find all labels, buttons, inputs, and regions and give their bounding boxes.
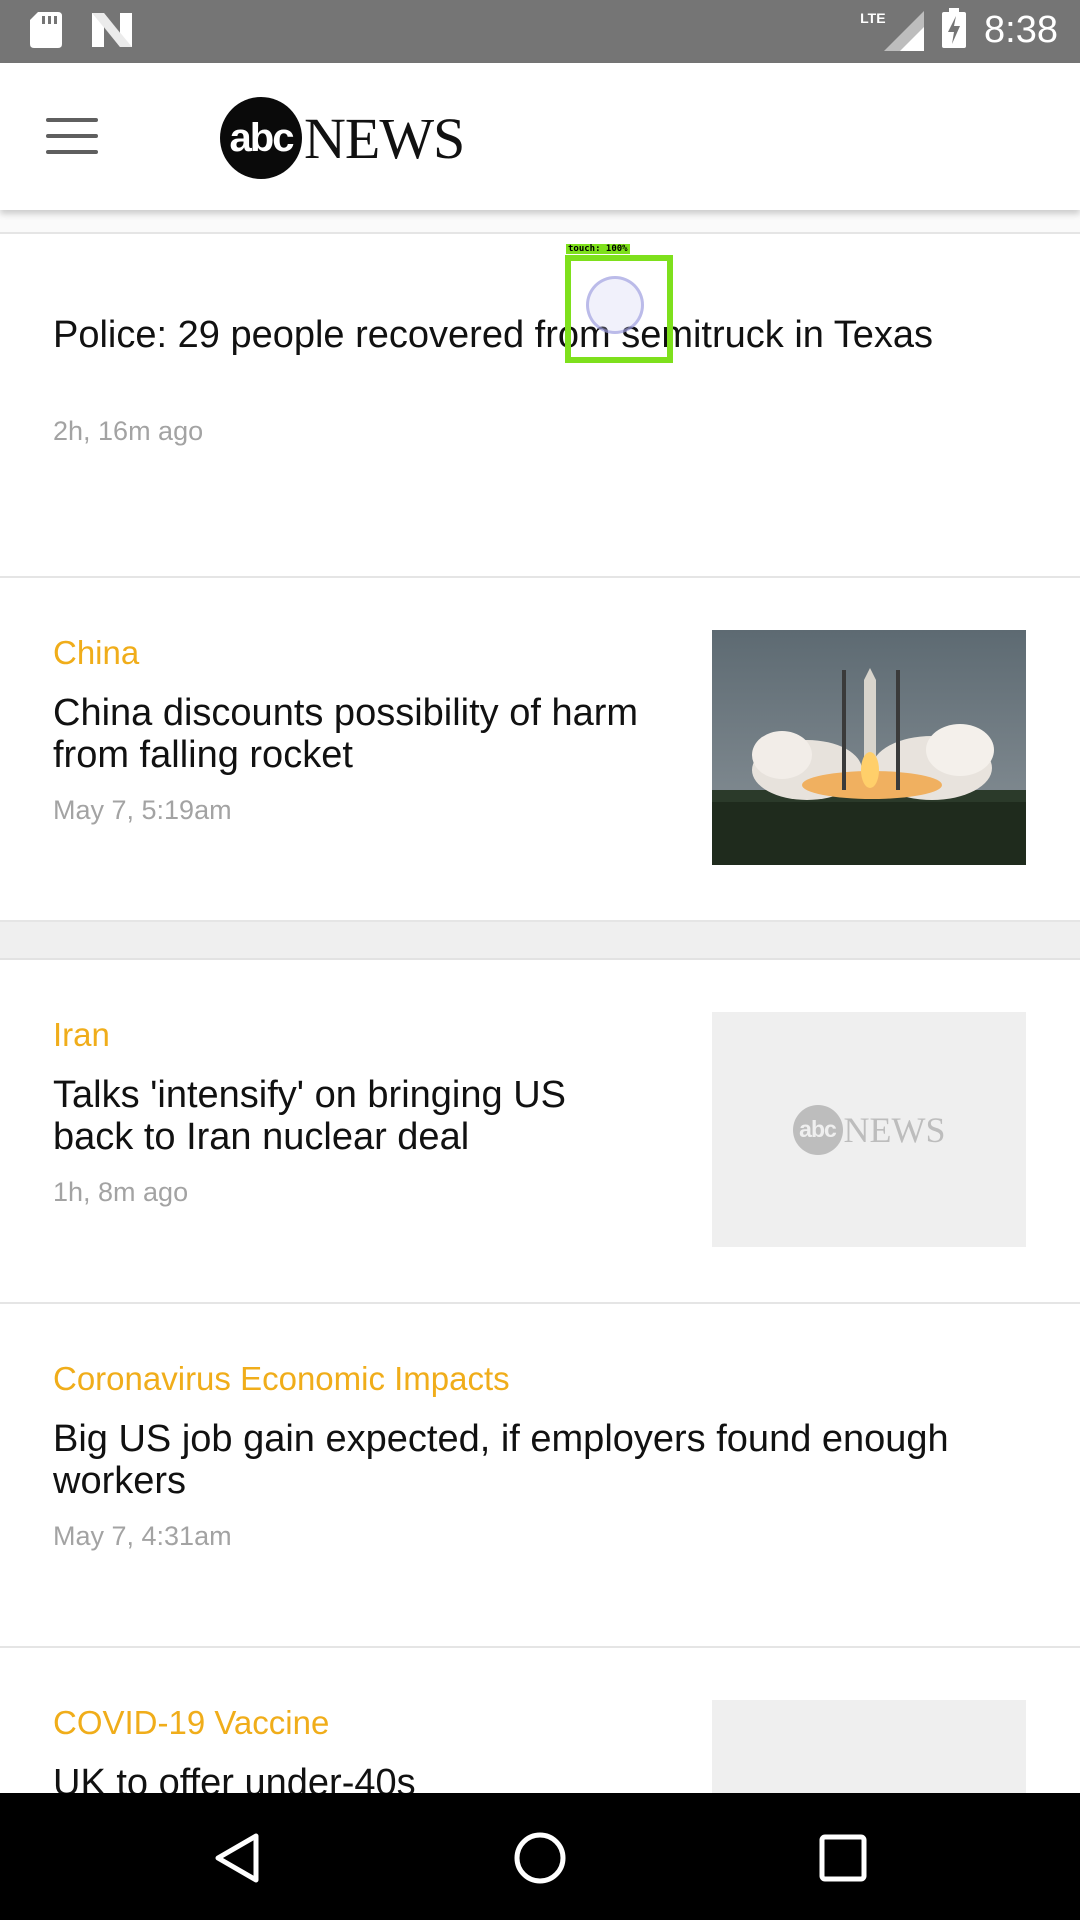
article-category[interactable]: China bbox=[53, 634, 139, 672]
placeholder-abc-logo: abc bbox=[792, 1104, 843, 1155]
article-headline: China discounts possibility of harm from… bbox=[53, 692, 639, 776]
hamburger-menu-icon[interactable] bbox=[46, 118, 98, 156]
article-category[interactable]: Coronavirus Economic Impacts bbox=[53, 1360, 510, 1398]
abc-news-placeholder-thumbnail[interactable]: abc NEWS bbox=[712, 1012, 1026, 1247]
home-circle-icon[interactable] bbox=[505, 1823, 575, 1893]
placeholder-news-text: NEWS bbox=[843, 1109, 946, 1150]
network-type-label: LTE bbox=[860, 9, 886, 26]
abc-logo-circle: abc bbox=[220, 97, 302, 179]
clock: 8:38 bbox=[984, 9, 1058, 51]
touch-point-circle bbox=[586, 276, 644, 334]
recents-square-icon[interactable] bbox=[808, 1823, 878, 1893]
touch-indicator-label: touch: 100% bbox=[566, 244, 630, 254]
article-thumbnail-placeholder[interactable] bbox=[712, 1700, 1026, 1793]
article-card[interactable]: Police: 29 people recovered from semitru… bbox=[0, 234, 1080, 578]
article-headline: Talks 'intensify' on bringing US back to… bbox=[53, 1074, 566, 1158]
article-card[interactable]: China China discounts possibility of har… bbox=[0, 578, 1080, 922]
article-card[interactable]: Coronavirus Economic Impacts Big US job … bbox=[0, 1304, 1080, 1648]
article-card[interactable]: COVID-19 Vaccine UK to offer under-40s bbox=[0, 1648, 1080, 1793]
rocket-launch-thumbnail[interactable] bbox=[712, 630, 1026, 865]
news-feed[interactable]: Police: 29 people recovered from semitru… bbox=[0, 210, 1080, 1793]
article-category[interactable]: COVID-19 Vaccine bbox=[53, 1704, 329, 1742]
article-headline: Police: 29 people recovered from semitru… bbox=[53, 314, 934, 356]
news-logo-text: NEWS bbox=[304, 105, 465, 171]
system-nav-bar bbox=[0, 1793, 1080, 1920]
app-bar: abc NEWS bbox=[0, 63, 1080, 210]
article-timestamp: 2h, 16m ago bbox=[53, 416, 204, 446]
battery-charging-icon bbox=[942, 8, 967, 53]
abc-news-logo[interactable]: abc NEWS bbox=[220, 96, 465, 180]
section-divider bbox=[0, 922, 1080, 960]
n-logo-icon bbox=[92, 13, 132, 52]
article-timestamp: May 7, 4:31am bbox=[53, 1521, 232, 1551]
lte-signal-icon: LTE bbox=[854, 9, 925, 51]
article-headline: Big US job gain expected, if employers f… bbox=[53, 1418, 949, 1502]
article-card[interactable]: Iran Talks 'intensify' on bringing US ba… bbox=[0, 960, 1080, 1304]
article-timestamp: May 7, 5:19am bbox=[53, 795, 232, 825]
article-timestamp: 1h, 8m ago bbox=[53, 1177, 189, 1207]
status-bar: LTE 8:38 bbox=[0, 0, 1080, 63]
back-triangle-icon[interactable] bbox=[202, 1823, 272, 1893]
previous-item-edge bbox=[0, 210, 1080, 234]
sd-card-icon bbox=[30, 12, 62, 53]
article-category[interactable]: Iran bbox=[53, 1016, 110, 1054]
article-headline: UK to offer under-40s bbox=[53, 1762, 416, 1793]
